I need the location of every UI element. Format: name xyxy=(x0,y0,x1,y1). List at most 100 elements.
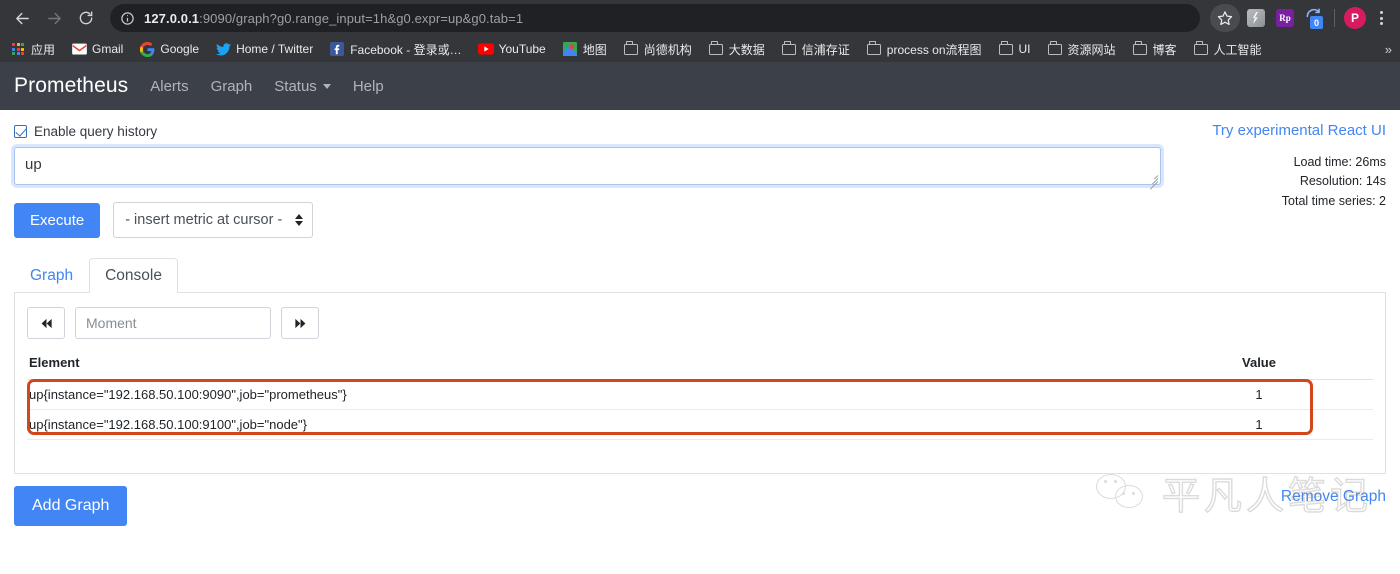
bookmark-label: 人工智能 xyxy=(1213,42,1262,57)
prometheus-navbar: Prometheus Alerts Graph Status Help xyxy=(0,62,1400,110)
load-time: Load time: 26ms xyxy=(1293,155,1386,169)
enable-query-history-row[interactable]: Enable query history xyxy=(14,110,1171,147)
url-text: 127.0.0.1:9090/graph?g0.range_input=1h&g… xyxy=(144,11,523,26)
time-next-button[interactable] xyxy=(281,307,319,339)
expression-input[interactable] xyxy=(14,147,1161,185)
metric-select-value: - insert metric at cursor - xyxy=(125,212,283,228)
cell-element: up{instance="192.168.50.100:9090",job="p… xyxy=(27,379,1223,410)
google-icon xyxy=(139,41,155,57)
nav-label: Status xyxy=(274,77,317,95)
table-header-row: Element Value xyxy=(27,353,1373,380)
bookmark-maps[interactable]: 地图 xyxy=(562,41,607,58)
query-history-checkbox[interactable] xyxy=(14,125,27,138)
bookmark-label: 博客 xyxy=(1152,42,1177,57)
chevron-down-icon xyxy=(322,83,331,89)
try-react-ui-link[interactable]: Try experimental React UI xyxy=(1171,122,1386,139)
apps-grid-icon xyxy=(10,41,26,57)
nav-link-status[interactable]: Status xyxy=(274,78,331,95)
bookmark-label: 地图 xyxy=(582,42,607,57)
cell-value: 1 xyxy=(1223,379,1373,410)
query-history-label: Enable query history xyxy=(34,124,158,139)
twitter-icon xyxy=(215,41,231,57)
page-body: Enable query history Execute - insert me… xyxy=(0,110,1400,526)
bookmark-folder-6[interactable]: 资源网站 xyxy=(1047,41,1116,58)
sync-badge: 0 xyxy=(1310,16,1323,29)
reload-button[interactable] xyxy=(72,4,100,32)
query-left-column: Enable query history Execute - insert me… xyxy=(14,110,1171,238)
star-icon xyxy=(1217,11,1233,26)
extension-lightning-button[interactable] xyxy=(1243,5,1269,31)
bookmark-star-button[interactable] xyxy=(1210,4,1240,32)
bookmark-apps[interactable]: 应用 xyxy=(10,41,55,58)
gmail-icon xyxy=(71,41,87,57)
query-stats: Load time: 26ms Resolution: 14s Total ti… xyxy=(1171,153,1386,211)
add-graph-button[interactable]: Add Graph xyxy=(14,486,128,526)
metric-select[interactable]: - insert metric at cursor - xyxy=(113,202,314,238)
bookmark-folder-2[interactable]: 大数据 xyxy=(708,41,765,58)
bookmark-label: UI xyxy=(1018,42,1031,56)
bookmark-folder-8[interactable]: 人工智能 xyxy=(1193,41,1262,58)
arrow-right-icon xyxy=(47,12,61,24)
bookmarks-overflow-icon[interactable]: » xyxy=(1379,42,1392,57)
bookmark-folder-1[interactable]: 尚德机构 xyxy=(623,41,692,58)
forward-button[interactable] xyxy=(40,4,68,32)
column-header-value: Value xyxy=(1223,353,1373,380)
bookmark-google[interactable]: Google xyxy=(139,41,199,57)
nav-link-help[interactable]: Help xyxy=(353,78,384,95)
browser-chrome: 127.0.0.1:9090/graph?g0.range_input=1h&g… xyxy=(0,0,1400,62)
profile-avatar[interactable]: P xyxy=(1344,7,1366,29)
table-row[interactable]: up{instance="192.168.50.100:9100",job="n… xyxy=(27,409,1373,440)
time-prev-button[interactable] xyxy=(27,307,65,339)
table-row[interactable]: up{instance="192.168.50.100:9090",job="p… xyxy=(27,379,1373,410)
bookmark-label: YouTube xyxy=(498,42,546,56)
cell-element: up{instance="192.168.50.100:9100",job="n… xyxy=(27,409,1223,440)
folder-icon xyxy=(1047,41,1063,57)
arrow-left-icon xyxy=(15,12,29,24)
nav-link-alerts[interactable]: Alerts xyxy=(150,78,188,95)
bookmark-label: process on流程图 xyxy=(886,42,982,57)
bookmark-youtube[interactable]: YouTube xyxy=(477,41,546,57)
address-bar[interactable]: 127.0.0.1:9090/graph?g0.range_input=1h&g… xyxy=(110,4,1200,32)
folder-icon xyxy=(1132,41,1148,57)
prometheus-brand[interactable]: Prometheus xyxy=(14,74,128,98)
toolbar-actions: Rp 0 P xyxy=(1208,4,1392,32)
query-controls: Execute - insert metric at cursor - xyxy=(14,202,1171,238)
tab-graph[interactable]: Graph xyxy=(14,258,89,293)
column-header-element: Element xyxy=(27,353,1223,380)
query-area: Enable query history Execute - insert me… xyxy=(14,110,1386,238)
total-time-series: Total time series: 2 xyxy=(1281,193,1386,208)
chrome-menu-icon[interactable] xyxy=(1370,5,1392,31)
nav-label: Help xyxy=(352,77,384,95)
bookmark-folder-3[interactable]: 信浦存证 xyxy=(781,41,850,58)
resolution: Resolution: 14s xyxy=(1299,174,1386,189)
moment-input[interactable] xyxy=(75,307,271,339)
bookmark-label: Home / Twitter xyxy=(236,42,314,56)
bookmark-folder-5[interactable]: UI xyxy=(998,41,1031,57)
bookmark-label: 资源网站 xyxy=(1067,42,1116,57)
cell-value: 1 xyxy=(1223,409,1373,440)
bookmark-gmail[interactable]: Gmail xyxy=(71,41,123,57)
remove-graph-link[interactable]: Remove Graph xyxy=(1281,486,1386,506)
toolbar-divider xyxy=(1334,9,1335,27)
bookmark-label: 大数据 xyxy=(728,42,765,57)
info-circle-icon[interactable] xyxy=(120,11,136,26)
bookmark-twitter[interactable]: Home / Twitter xyxy=(215,41,313,57)
double-chevron-left-icon xyxy=(41,318,52,328)
extension-sync-button[interactable]: 0 xyxy=(1301,5,1327,31)
nav-link-graph[interactable]: Graph xyxy=(211,78,253,95)
bookmark-folder-7[interactable]: 博客 xyxy=(1132,41,1177,58)
execute-button[interactable]: Execute xyxy=(14,202,101,238)
results-table-holder: Element Value up{instance="192.168.50.10… xyxy=(27,353,1373,440)
extension-rp-button[interactable]: Rp xyxy=(1272,5,1298,31)
youtube-icon xyxy=(477,41,494,57)
bookmark-label: Gmail xyxy=(92,42,124,56)
browser-toolbar: 127.0.0.1:9090/graph?g0.range_input=1h&g… xyxy=(0,0,1400,36)
bookmark-label: 应用 xyxy=(31,42,56,57)
bookmark-folder-4[interactable]: process on流程图 xyxy=(866,41,982,58)
bookmark-facebook[interactable]: Facebook - 登录或… xyxy=(329,41,462,58)
tab-console[interactable]: Console xyxy=(89,258,178,293)
back-button[interactable] xyxy=(8,4,36,32)
time-navigation xyxy=(27,307,1373,339)
bookmarks-bar: 应用 Gmail Google Home / Twitter Facebook … xyxy=(0,36,1400,62)
console-panel: Element Value up{instance="192.168.50.10… xyxy=(14,293,1386,474)
